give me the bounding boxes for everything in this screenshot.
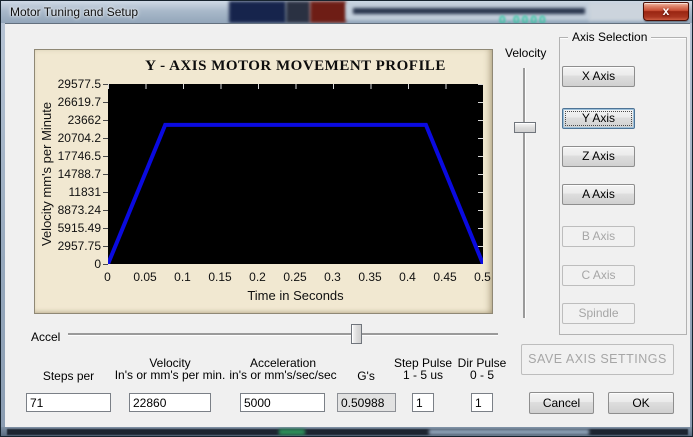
- y-tick-label: 14788.7: [35, 167, 101, 181]
- dir-pulse-input[interactable]: [471, 393, 493, 412]
- acceleration-input[interactable]: [240, 393, 325, 412]
- y-tick-label: 2957.75: [35, 239, 101, 253]
- x-tick-label: 0.45: [427, 270, 464, 284]
- accel-slider-label: Accel: [31, 330, 60, 344]
- steps-per-input[interactable]: [26, 393, 111, 412]
- plot-area: [108, 84, 483, 264]
- glass-background-block: [279, 429, 305, 435]
- spindle-button: Spindle: [562, 303, 635, 324]
- window-title: Motor Tuning and Setup: [10, 5, 138, 19]
- window-bottom-border: [1, 427, 693, 436]
- x-tick-label: 0.35: [352, 270, 389, 284]
- velocity-label-line2: In's or mm's per min.: [106, 368, 234, 382]
- y-tick-label: 17746.5: [35, 149, 101, 163]
- save-axis-settings-button: SAVE AXIS SETTINGS: [521, 344, 674, 375]
- y-tick-label: 29577.5: [35, 77, 101, 91]
- accel-slider-thumb[interactable]: [351, 324, 362, 344]
- x-tick-label: 0: [89, 270, 126, 284]
- cancel-button[interactable]: Cancel: [529, 392, 594, 414]
- motor-tuning-dialog: 0.0000 Motor Tuning and Setup x Y - AXIS…: [0, 0, 693, 437]
- x-tick-label: 0.25: [277, 270, 314, 284]
- glass-background-block: [229, 1, 286, 23]
- close-icon: x: [663, 4, 670, 18]
- profile-line: [108, 84, 483, 264]
- gs-label: G's: [346, 369, 386, 383]
- step-pulse-label-line2: 1 - 5 us: [393, 368, 453, 382]
- dialog-body: Y - AXIS MOTOR MOVEMENT PROFILE Velocity…: [5, 23, 690, 429]
- titlebar[interactable]: 0.0000 Motor Tuning and Setup x: [1, 1, 693, 23]
- motor-profile-chart: Y - AXIS MOTOR MOVEMENT PROFILE Velocity…: [34, 49, 493, 314]
- y-tick-label: 20704.2: [35, 131, 101, 145]
- velocity-input[interactable]: [129, 393, 211, 412]
- x-tick-label: 0.2: [239, 270, 276, 284]
- profile-polyline: [108, 125, 483, 264]
- y-tick-label: 8873.24: [35, 203, 101, 217]
- y-tick-label: 11831: [35, 185, 101, 199]
- z-axis-button[interactable]: Z Axis: [562, 146, 635, 167]
- ok-button[interactable]: OK: [608, 392, 674, 414]
- glass-background-digits: 0.0000: [499, 13, 548, 23]
- y-tick-label: 23662: [35, 113, 101, 127]
- y-tick-label: 26619.7: [35, 95, 101, 109]
- glass-background-block: [286, 1, 310, 23]
- axis-selection-group: Axis Selection X Axis Y Axis Z Axis A Ax…: [559, 37, 687, 335]
- x-tick-labels: 0 0.05 0.1 0.15 0.2 0.25 0.3 0.35 0.4 0.…: [89, 270, 501, 284]
- chart-title: Y - AXIS MOTOR MOVEMENT PROFILE: [108, 58, 483, 75]
- y-tick-labels: 29577.5 26619.7 23662 20704.2 17746.5 14…: [35, 77, 101, 271]
- step-pulse-input[interactable]: [412, 393, 434, 412]
- glass-background-block: [353, 8, 585, 14]
- c-axis-button: C Axis: [562, 265, 635, 286]
- accel-slider-track[interactable]: [68, 333, 498, 335]
- x-axis-button[interactable]: X Axis: [562, 66, 635, 87]
- glass-background-block: [589, 3, 645, 21]
- top-tick-marks: [108, 84, 483, 89]
- gs-readout: [337, 393, 396, 412]
- y-tick-label: 5915.49: [35, 221, 101, 235]
- acceleration-label-line2: in's or mm's/sec/sec: [226, 368, 340, 382]
- close-button[interactable]: x: [643, 2, 689, 21]
- axis-selection-title: Axis Selection: [568, 30, 651, 44]
- velocity-slider-track[interactable]: [523, 68, 525, 318]
- y-tick-label: 0: [35, 257, 101, 271]
- steps-per-label: Steps per: [26, 369, 111, 383]
- x-tick-label: 0.3: [314, 270, 351, 284]
- x-tick-label: 0.05: [127, 270, 164, 284]
- b-axis-button: B Axis: [562, 226, 635, 247]
- a-axis-button[interactable]: A Axis: [562, 184, 635, 205]
- x-tick-label: 0.5: [464, 270, 501, 284]
- x-tick-label: 0.15: [202, 270, 239, 284]
- glass-background-block: [429, 429, 589, 435]
- y-axis-button[interactable]: Y Axis: [562, 108, 635, 129]
- dir-pulse-label-line2: 0 - 5: [452, 368, 512, 382]
- glass-background-block: [310, 1, 346, 23]
- x-tick-label: 0.4: [389, 270, 426, 284]
- x-axis-title: Time in Seconds: [108, 288, 483, 303]
- velocity-slider-thumb[interactable]: [514, 122, 536, 133]
- right-tick-marks: [478, 84, 483, 264]
- x-tick-label: 0.1: [164, 270, 201, 284]
- velocity-slider-label: Velocity: [505, 46, 546, 60]
